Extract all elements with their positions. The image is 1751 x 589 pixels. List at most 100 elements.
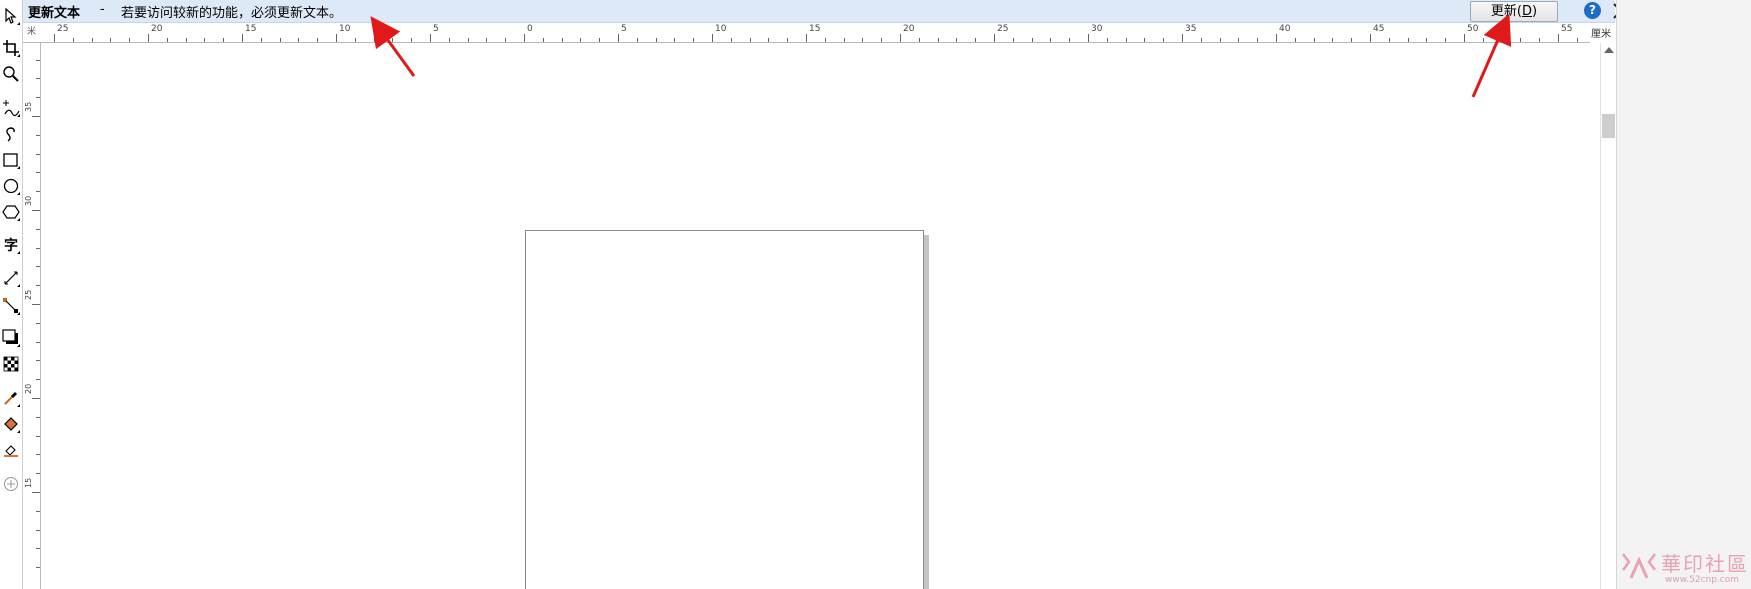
ruler-tick	[1069, 38, 1071, 42]
ruler-label: 35	[1185, 24, 1197, 34]
ruler-origin-corner[interactable]: 米	[23, 23, 41, 43]
horizontal-ruler[interactable]: 25 20 15 10 5 0 5 10 15 20 25 30 35 40 45 50 55	[40, 23, 1590, 43]
text-tool-glyph: 字	[4, 238, 18, 254]
ruler-tick	[354, 38, 356, 42]
ruler-tick	[561, 38, 563, 42]
ruler-label: 10	[715, 24, 727, 34]
ruler-tick	[1163, 38, 1165, 42]
watermark-text: 華印社區	[1661, 552, 1749, 576]
pick-tool-icon[interactable]	[0, 4, 22, 28]
ruler-label: 30	[1091, 24, 1103, 34]
add-tool-icon[interactable]	[0, 472, 22, 496]
connector-tool-icon[interactable]	[0, 294, 22, 318]
ruler-tick	[693, 38, 695, 42]
ruler-tick	[36, 78, 40, 80]
ruler-tick	[36, 360, 40, 362]
ruler-tick	[36, 134, 40, 136]
ruler-tick	[36, 416, 40, 418]
ruler-tick	[843, 38, 845, 42]
ruler-tick	[36, 567, 40, 569]
ruler-tick	[1294, 38, 1296, 42]
ruler-tick	[1388, 38, 1390, 42]
document-page[interactable]	[525, 230, 924, 589]
ruler-label: 25	[24, 289, 33, 300]
ruler-tick	[956, 38, 958, 42]
ruler-tick	[1200, 38, 1202, 42]
ruler-tick	[1464, 34, 1465, 42]
ruler-tick	[1370, 34, 1371, 42]
scrollbar-thumb[interactable]	[1602, 114, 1615, 138]
ruler-tick	[129, 38, 131, 42]
ruler-tick	[223, 38, 225, 42]
transparency-tool-icon[interactable]	[0, 352, 22, 376]
ruler-label: 50	[1467, 24, 1479, 34]
ruler-tick	[32, 210, 40, 211]
help-icon[interactable]: ?	[1584, 2, 1601, 19]
ruler-tick	[32, 116, 40, 117]
ruler-tick	[1501, 38, 1503, 42]
ruler-tick	[336, 34, 337, 42]
ruler-tick	[36, 473, 40, 475]
ruler-label: 20	[24, 383, 33, 394]
ruler-tick	[110, 38, 112, 42]
ellipse-tool-icon[interactable]	[0, 174, 22, 198]
ruler-tick	[36, 247, 40, 249]
ruler-tick	[204, 38, 206, 42]
ruler-label: 30	[24, 195, 33, 206]
rectangle-tool-icon[interactable]	[0, 148, 22, 172]
vertical-ruler[interactable]: 35 30 25 20 15	[23, 43, 41, 589]
ruler-tick	[655, 38, 657, 42]
vertical-scrollbar[interactable]	[1600, 43, 1616, 589]
ruler-tick	[636, 38, 638, 42]
ruler-tick	[1144, 38, 1146, 42]
ruler-tick	[1482, 38, 1484, 42]
ruler-tick	[542, 38, 544, 42]
drawing-canvas[interactable]	[41, 43, 1601, 589]
scroll-up-arrow-icon[interactable]	[1604, 47, 1614, 53]
ruler-tick	[486, 38, 488, 42]
notification-title: 更新文本	[28, 6, 81, 21]
update-button[interactable]: 更新(D)	[1470, 1, 1558, 22]
ruler-tick	[36, 322, 40, 324]
update-button-main: 更新(	[1490, 4, 1522, 19]
ruler-tick	[392, 38, 394, 42]
ruler-tick	[411, 38, 413, 42]
ruler-label: 20	[151, 24, 163, 34]
ruler-label: 25	[997, 24, 1009, 34]
ruler-tick	[1332, 38, 1334, 42]
ruler-tick	[1050, 38, 1052, 42]
ruler-tick	[1313, 38, 1315, 42]
ruler-tick	[36, 285, 40, 287]
text-tool-icon[interactable]: 字	[0, 233, 22, 257]
drop-shadow-icon[interactable]	[0, 326, 22, 350]
ruler-tick	[36, 172, 40, 174]
ruler-tick	[1238, 38, 1240, 42]
notification-separator: -	[100, 2, 105, 17]
ruler-label: 0	[527, 24, 533, 34]
ruler-tick	[1276, 34, 1277, 42]
crop-tool-icon[interactable]	[0, 36, 22, 60]
ruler-tick	[1031, 38, 1033, 42]
ruler-tick	[430, 34, 431, 42]
ruler-label: 25	[57, 24, 69, 34]
ruler-tick	[36, 266, 40, 268]
interactive-fill-icon[interactable]	[0, 412, 22, 436]
polygon-tool-icon[interactable]	[0, 200, 22, 224]
ruler-tick	[824, 38, 826, 42]
ruler-tick	[1182, 34, 1183, 42]
smart-fill-icon[interactable]	[0, 438, 22, 462]
right-docker-area	[1616, 0, 1751, 589]
ruler-label: 5	[433, 24, 439, 34]
watermark-url: www.52cnp.com	[1665, 575, 1740, 585]
zoom-tool-icon[interactable]	[0, 62, 22, 86]
ruler-tick	[599, 38, 601, 42]
ruler-tick	[36, 59, 40, 61]
ruler-tick	[712, 34, 713, 42]
ruler-tick	[1576, 38, 1578, 42]
artistic-media-icon[interactable]	[0, 122, 22, 146]
eyedropper-tool-icon[interactable]	[0, 386, 22, 410]
freehand-tool-icon[interactable]	[0, 96, 22, 120]
parallel-dimension-icon[interactable]	[0, 266, 22, 290]
ruler-tick	[260, 38, 262, 42]
ruler-tick	[54, 34, 55, 42]
